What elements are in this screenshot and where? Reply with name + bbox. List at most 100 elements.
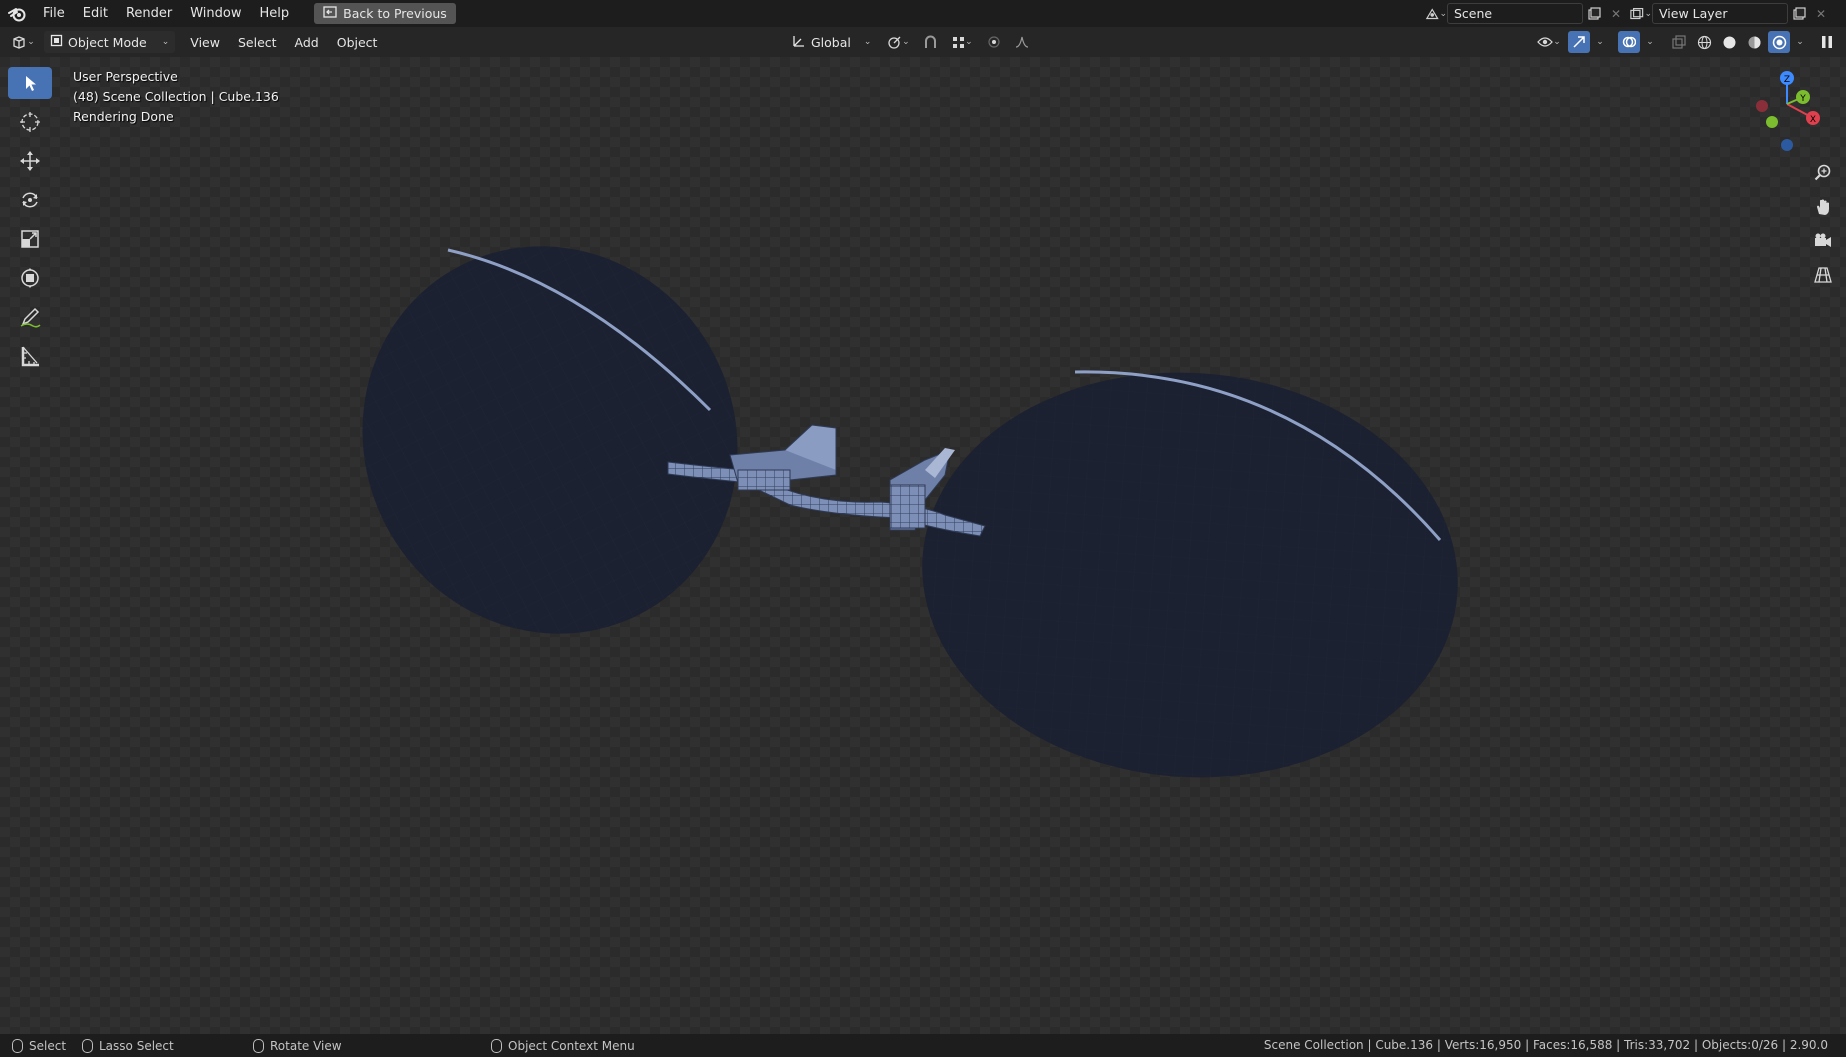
viewport-header: ⌄ Object Mode ⌄ View Select Add Object G… [0, 27, 1846, 57]
object-mode-icon [50, 34, 63, 50]
scene-statistics: Scene Collection | Cube.136 | Verts:16,9… [1263, 1038, 1828, 1052]
rotate-tool[interactable] [8, 184, 52, 216]
3d-cursor-icon [20, 112, 40, 132]
middle-mouse-icon [253, 1038, 264, 1053]
cursor-tool[interactable] [8, 106, 52, 138]
remove-scene-icon[interactable]: ✕ [1605, 3, 1627, 24]
measure-tool[interactable] [8, 340, 52, 372]
chevron-down-icon: ⌄ [161, 37, 170, 47]
header-menu-object[interactable]: Object [328, 35, 387, 50]
transform-icon [21, 268, 39, 288]
rendered-shading-icon[interactable] [1768, 31, 1790, 53]
back-icon [323, 6, 337, 21]
falloff-icon[interactable] [1011, 31, 1033, 53]
xray-toggle-icon[interactable] [1668, 31, 1690, 53]
svg-text:Z: Z [1784, 75, 1790, 85]
proportional-editing-icon[interactable] [983, 31, 1005, 53]
overlays-toggle-icon[interactable] [1618, 31, 1640, 53]
glasses-model [362, 246, 1458, 778]
scale-icon [21, 230, 39, 248]
tool-shelf [8, 67, 54, 372]
view-layer-field[interactable]: View Layer [1652, 3, 1788, 24]
solid-shading-icon[interactable] [1718, 31, 1740, 53]
menu-file[interactable]: File [34, 0, 74, 27]
back-to-previous-label: Back to Previous [343, 6, 447, 21]
gizmo-toggle-icon[interactable] [1568, 31, 1590, 53]
menu-window[interactable]: Window [181, 0, 250, 27]
transform-tool[interactable] [8, 262, 52, 294]
mode-label: Object Mode [68, 34, 147, 50]
header-menu-add[interactable]: Add [286, 35, 328, 50]
pan-hand-icon[interactable] [1810, 194, 1836, 219]
viewport-info-overlay: User Perspective (48) Scene Collection |… [73, 67, 279, 127]
editor-type-icon[interactable]: ⌄ [6, 31, 40, 53]
top-menu-bar: File Edit Render Window Help Back to Pre… [0, 0, 1846, 27]
gizmo-options-chevron-icon[interactable]: ⌄ [1593, 31, 1607, 53]
mode-dropdown[interactable]: Object Mode ⌄ [44, 31, 176, 53]
status-rotate-hint: Rotate View [253, 1038, 342, 1053]
scale-tool[interactable] [8, 223, 52, 255]
visibility-icon[interactable]: ⌄ [1533, 31, 1565, 53]
shading-options-chevron-icon[interactable]: ⌄ [1793, 31, 1807, 53]
zoom-icon[interactable] [1810, 160, 1836, 185]
view-layer-selector: ⌄ View Layer ✕ [1630, 3, 1832, 24]
svg-text:Y: Y [1799, 94, 1806, 104]
status-lasso-hint: Lasso Select [82, 1038, 174, 1053]
orientation-label: Global [811, 34, 851, 50]
pivot-point-icon[interactable]: ⌄ [883, 31, 913, 53]
blender-logo-icon[interactable] [0, 0, 34, 27]
snap-icon[interactable] [919, 31, 941, 53]
status-select-hint: Select [12, 1038, 66, 1053]
status-context-hint: Object Context Menu [491, 1038, 635, 1053]
remove-view-layer-icon[interactable]: ✕ [1810, 3, 1832, 24]
cursor-arrow-icon [26, 76, 36, 91]
left-mouse-icon [12, 1038, 23, 1053]
left-lens [362, 246, 738, 634]
wireframe-shading-icon[interactable] [1693, 31, 1715, 53]
select-box-tool[interactable] [8, 67, 52, 99]
svg-text:X: X [1810, 115, 1816, 125]
status-bar: Select Lasso Select Rotate View Object C… [0, 1034, 1846, 1057]
render-status-label: Rendering Done [73, 109, 174, 124]
scene-icon[interactable]: ⌄ [1425, 3, 1447, 24]
camera-view-icon[interactable] [1810, 228, 1836, 253]
drag-mouse-icon [82, 1038, 93, 1053]
view-layer-name: View Layer [1659, 6, 1728, 21]
pencil-icon [20, 307, 41, 328]
scene-name-field[interactable]: Scene [1447, 3, 1583, 24]
collection-label: (48) Scene Collection | Cube.136 [73, 89, 279, 104]
ruler-icon [21, 346, 39, 367]
move-tool[interactable] [8, 145, 52, 177]
perspective-label: User Perspective [73, 69, 178, 84]
neg-z-axis-handle[interactable] [1781, 139, 1793, 151]
pause-render-icon[interactable] [1816, 31, 1838, 53]
navigation-gizmo[interactable]: Z Y X [1742, 64, 1832, 158]
snap-increment-icon[interactable]: ⌄ [947, 31, 977, 53]
menu-help[interactable]: Help [251, 0, 299, 27]
neg-y-axis-handle[interactable] [1766, 116, 1778, 128]
navigation-buttons [1810, 160, 1836, 287]
menu-render[interactable]: Render [117, 0, 181, 27]
header-menu-view[interactable]: View [181, 35, 229, 50]
overlays-options-chevron-icon[interactable]: ⌄ [1643, 31, 1657, 53]
view-layer-icon[interactable]: ⌄ [1630, 3, 1652, 24]
neg-x-axis-handle[interactable] [1756, 100, 1768, 112]
back-to-previous-button[interactable]: Back to Previous [314, 3, 456, 24]
header-menu-select[interactable]: Select [229, 35, 286, 50]
transform-orientation-dropdown[interactable]: Global ⌄ [786, 31, 877, 53]
move-icon [20, 151, 40, 171]
viewport-display-controls: ⌄ ⌄ ⌄ ⌄ [1533, 31, 1838, 53]
perspective-toggle-icon[interactable] [1810, 262, 1836, 287]
scene-selector: ⌄ Scene ✕ [1425, 3, 1627, 24]
right-lens [922, 370, 1458, 778]
menu-edit[interactable]: Edit [74, 0, 117, 27]
new-scene-icon[interactable] [1583, 3, 1605, 24]
new-view-layer-icon[interactable] [1788, 3, 1810, 24]
transform-controls: Global ⌄ ⌄ ⌄ [786, 31, 1033, 53]
annotate-tool[interactable] [8, 301, 52, 333]
rotate-icon [22, 192, 38, 208]
right-mouse-icon [491, 1038, 502, 1053]
material-preview-shading-icon[interactable] [1743, 31, 1765, 53]
3d-viewport[interactable] [0, 57, 1846, 1034]
scene-name: Scene [1454, 6, 1493, 21]
